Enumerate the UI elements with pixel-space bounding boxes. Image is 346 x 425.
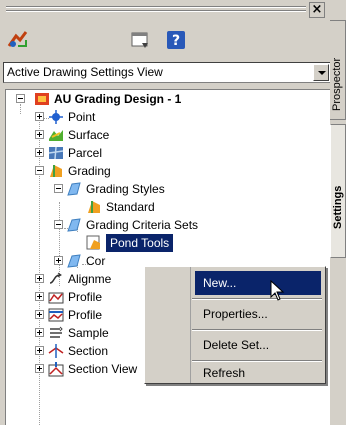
tab-settings[interactable]: Settings bbox=[330, 124, 346, 258]
tree-item-label: Cor bbox=[86, 254, 106, 268]
collapse-toggle[interactable] bbox=[35, 166, 44, 175]
side-tabs: Prospector Settings bbox=[330, 0, 346, 425]
tree-root-label: AU Grading Design - 1 bbox=[54, 92, 182, 106]
menu-gutter bbox=[145, 267, 191, 383]
expand-toggle[interactable] bbox=[35, 346, 44, 355]
tree-item-point[interactable]: Point bbox=[6, 108, 306, 126]
parcel-icon bbox=[48, 145, 64, 161]
criteria-set-icon bbox=[86, 235, 102, 251]
sample-line-icon bbox=[48, 325, 64, 341]
drawing-icon bbox=[34, 91, 50, 107]
tree-item-grading[interactable]: Grading bbox=[6, 162, 306, 180]
grading-style-icon bbox=[86, 199, 102, 215]
tab-prospector[interactable]: Prospector bbox=[330, 20, 346, 120]
collapse-toggle[interactable] bbox=[16, 94, 25, 103]
expand-toggle[interactable] bbox=[35, 328, 44, 337]
tree-item-pond-tools[interactable]: Pond Tools bbox=[86, 234, 306, 252]
tree-item-label: Section bbox=[68, 344, 109, 358]
menu-item-new[interactable]: New... bbox=[195, 271, 321, 295]
tree-item-standard[interactable]: Standard bbox=[6, 198, 306, 216]
surface-icon bbox=[48, 127, 64, 143]
menu-item-delete-set[interactable]: Delete Set... bbox=[195, 333, 321, 357]
tree-item-label: Grading Criteria Sets bbox=[86, 218, 199, 232]
mouse-pointer-icon bbox=[270, 279, 286, 302]
expand-toggle[interactable] bbox=[35, 130, 44, 139]
view-select[interactable]: Active Drawing Settings View bbox=[3, 62, 331, 83]
view-select-value: Active Drawing Settings View bbox=[7, 65, 163, 79]
tree-item-label: Alignme bbox=[68, 272, 112, 286]
tree-item-parcel[interactable]: Parcel bbox=[6, 144, 306, 162]
tree-item-label: Grading bbox=[68, 164, 111, 178]
section-view-icon bbox=[48, 361, 64, 377]
collapse-toggle[interactable] bbox=[54, 184, 63, 193]
tab-label: Settings bbox=[332, 185, 344, 229]
expand-toggle[interactable] bbox=[35, 148, 44, 157]
new-window-icon[interactable] bbox=[128, 28, 152, 52]
tree-item-label: Grading Styles bbox=[86, 182, 165, 196]
style-folder-icon bbox=[66, 253, 82, 269]
profile-view-icon bbox=[48, 307, 64, 323]
point-icon bbox=[48, 109, 64, 125]
expand-toggle[interactable] bbox=[35, 274, 44, 283]
tree-item-label: Standard bbox=[106, 200, 155, 214]
tree-item-surface[interactable]: Surface bbox=[6, 126, 306, 144]
tree-item-grading-styles[interactable]: Grading Styles bbox=[6, 180, 306, 198]
section-icon bbox=[48, 343, 64, 359]
profile-icon bbox=[48, 289, 64, 305]
alignment-icon bbox=[48, 271, 64, 287]
drawing-settings-icon[interactable] bbox=[6, 28, 30, 52]
grading-icon bbox=[48, 163, 64, 179]
tree-item-label: Pond Tools bbox=[106, 234, 174, 252]
svg-text:?: ? bbox=[172, 33, 180, 49]
context-menu: New... Properties... Delete Set... Refre… bbox=[144, 266, 326, 384]
tree-root[interactable]: AU Grading Design - 1 bbox=[6, 90, 306, 108]
tree-item-label: Profile bbox=[68, 290, 103, 304]
chevron-down-icon[interactable] bbox=[313, 64, 329, 81]
tab-label: Prospector bbox=[331, 57, 343, 111]
menu-separator bbox=[192, 298, 322, 300]
close-icon[interactable]: × bbox=[309, 2, 325, 18]
style-folder-icon bbox=[66, 181, 82, 197]
tree-item-label: Profile bbox=[68, 308, 103, 322]
tree-item-label: Surface bbox=[68, 128, 110, 142]
criteria-folder-icon bbox=[66, 217, 82, 233]
tree-item-label: Section View bbox=[68, 362, 138, 376]
expand-toggle[interactable] bbox=[35, 292, 44, 301]
collapse-toggle[interactable] bbox=[54, 220, 63, 229]
tree-item-label: Parcel bbox=[68, 146, 103, 160]
tree-item-label: Sample bbox=[68, 326, 109, 340]
drag-grip[interactable] bbox=[6, 6, 306, 15]
menu-item-properties[interactable]: Properties... bbox=[195, 302, 321, 326]
help-icon[interactable]: ? bbox=[164, 28, 188, 52]
toolbar: ? bbox=[4, 22, 330, 58]
tree-item-criteria-sets[interactable]: Grading Criteria Sets bbox=[6, 216, 306, 234]
expand-toggle[interactable] bbox=[54, 256, 63, 265]
menu-separator bbox=[192, 329, 322, 331]
expand-toggle[interactable] bbox=[35, 310, 44, 319]
tree-item-label: Point bbox=[68, 110, 96, 124]
expand-toggle[interactable] bbox=[35, 364, 44, 373]
menu-item-refresh[interactable]: Refresh bbox=[195, 361, 321, 385]
expand-toggle[interactable] bbox=[35, 112, 44, 121]
